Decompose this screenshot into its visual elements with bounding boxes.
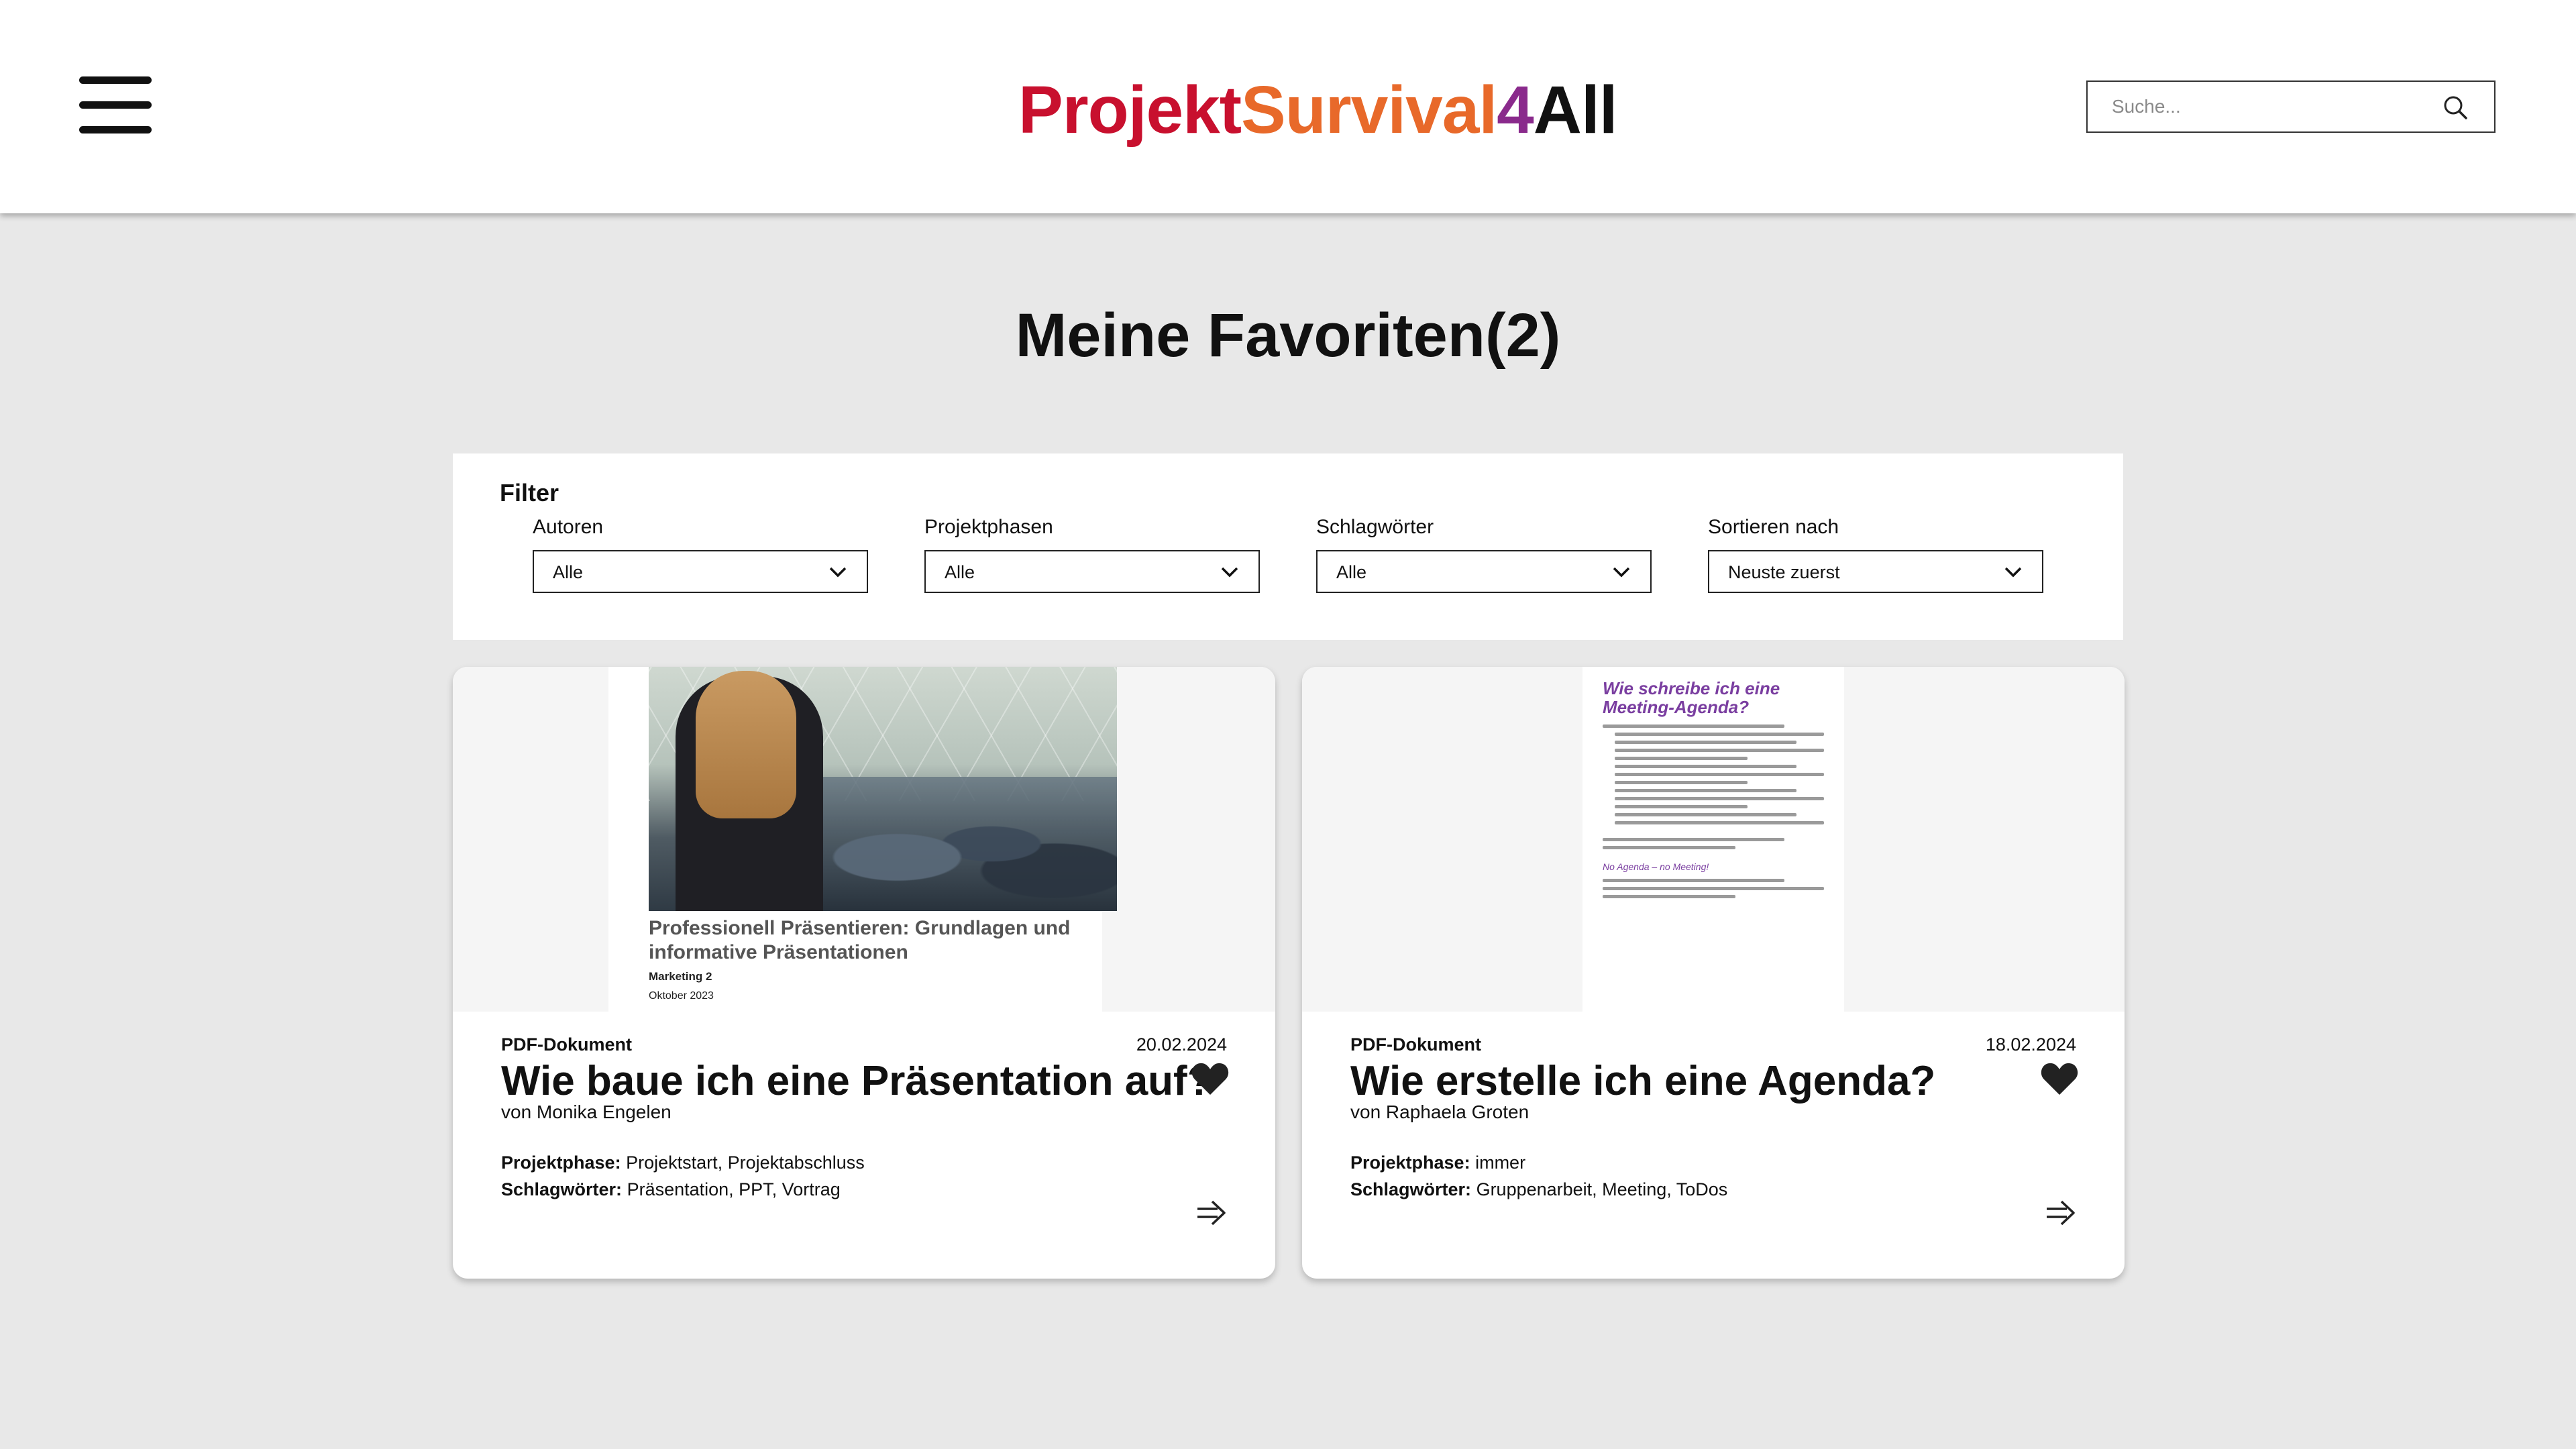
preview-date: Oktober 2023: [649, 990, 714, 1002]
filter-group-schlagwoerter: Schlagwörter Alle: [1316, 514, 1652, 593]
select-value: Alle: [1336, 562, 1367, 582]
filter-label: Autoren: [533, 516, 604, 538]
preview-text-line: [1603, 887, 1824, 890]
preview-text-line: [1615, 765, 1796, 768]
phase-label: Projektphase:: [501, 1152, 621, 1173]
filter-group-sortieren: Sortieren nach Neuste zuerst: [1708, 514, 2043, 593]
presentation-photo: [649, 667, 1117, 911]
tags-label: Schlagwörter:: [501, 1179, 623, 1199]
select-value: Alle: [553, 562, 584, 582]
logo-part-4: 4: [1497, 72, 1534, 148]
arrow-right-icon[interactable]: [1195, 1198, 1228, 1228]
search-box: [2086, 80, 2496, 133]
document-type: PDF-Dokument: [501, 1034, 632, 1055]
menu-icon-bar: [79, 126, 152, 133]
preview-text-line: [1603, 879, 1784, 882]
preview-text-line: [1603, 838, 1784, 841]
card-phase: Projektphase: Projektstart, Projektabsch…: [501, 1152, 865, 1173]
autoren-select[interactable]: Alle: [533, 550, 868, 593]
filter-group-autoren: Autoren Alle: [533, 514, 868, 593]
preview-text-line: [1615, 789, 1796, 792]
tags-value: Präsentation, PPT, Vortrag: [627, 1179, 841, 1199]
card-thumbnail[interactable]: Professionell Präsentieren: Grundlagen u…: [453, 667, 1275, 1012]
preview-text-line: [1615, 757, 1748, 760]
chevron-down-icon: [1613, 567, 1630, 578]
preview-note: No Agenda – no Meeting!: [1603, 861, 1709, 872]
preview-text-line: [1603, 846, 1735, 849]
preview-text-line: [1615, 821, 1824, 824]
preview-text-line: [1615, 813, 1796, 816]
heart-icon[interactable]: [1191, 1061, 1230, 1096]
preview-text-line: [1615, 741, 1796, 744]
preview-text-line: [1603, 724, 1784, 728]
card-phase: Projektphase: immer: [1350, 1152, 1525, 1173]
card-thumbnail[interactable]: Wie schreibe ich eine Meeting-Agenda? No…: [1302, 667, 2125, 1012]
site-logo[interactable]: ProjektSurvival4All: [1018, 70, 1618, 150]
phase-value: immer: [1475, 1152, 1526, 1173]
filter-label: Sortieren nach: [1708, 516, 1839, 538]
schlagwoerter-select[interactable]: Alle: [1316, 550, 1652, 593]
search-icon[interactable]: [2442, 94, 2469, 121]
filter-title: Filter: [500, 479, 559, 506]
filter-group-projektphasen: Projektphasen Alle: [924, 514, 1260, 593]
projektphasen-select[interactable]: Alle: [924, 550, 1260, 593]
chevron-down-icon: [1221, 567, 1238, 578]
filter-panel: Filter Autoren Alle Projektphasen Alle S…: [453, 453, 2123, 640]
card-date: 20.02.2024: [1136, 1034, 1227, 1055]
preview-text-line: [1615, 733, 1824, 736]
phase-value: Projektstart, Projektabschluss: [626, 1152, 865, 1173]
search-input[interactable]: [2112, 82, 2434, 131]
filter-label: Schlagwörter: [1316, 516, 1434, 538]
card-author: von Monika Engelen: [501, 1102, 672, 1122]
logo-part-survival: Survival: [1241, 72, 1497, 148]
preview-subtitle: Marketing 2: [649, 970, 712, 983]
menu-icon-bar: [79, 101, 152, 109]
card-date: 18.02.2024: [1985, 1034, 2076, 1055]
preview-title: Professionell Präsentieren: Grundlagen u…: [649, 917, 1071, 963]
photo-audience: [803, 776, 1117, 911]
card-title[interactable]: Wie erstelle ich eine Agenda?: [1350, 1055, 1935, 1108]
phase-label: Projektphase:: [1350, 1152, 1470, 1173]
document-preview: Wie schreibe ich eine Meeting-Agenda? No…: [1582, 667, 1844, 1012]
menu-icon[interactable]: [79, 76, 152, 134]
filter-label: Projektphasen: [924, 516, 1053, 538]
page-title: Meine Favoriten(2): [1015, 301, 1561, 370]
document-preview: Professionell Präsentieren: Grundlagen u…: [608, 667, 1117, 1012]
select-value: Neuste zuerst: [1728, 562, 1840, 582]
favorite-card[interactable]: Professionell Präsentieren: Grundlagen u…: [453, 667, 1275, 1279]
menu-icon-bar: [79, 76, 152, 84]
chevron-down-icon: [2004, 567, 2022, 578]
chevron-down-icon: [829, 567, 847, 578]
heart-icon[interactable]: [2040, 1061, 2079, 1096]
card-tags: Schlagwörter: Präsentation, PPT, Vortrag: [501, 1179, 841, 1200]
logo-part-projekt: Projekt: [1018, 72, 1242, 148]
preview-text-line: [1615, 773, 1824, 776]
tags-value: Gruppenarbeit, Meeting, ToDos: [1476, 1179, 1728, 1199]
sortieren-select[interactable]: Neuste zuerst: [1708, 550, 2043, 593]
card-author: von Raphaela Groten: [1350, 1102, 1529, 1122]
preview-text-line: [1615, 797, 1824, 800]
arrow-right-icon[interactable]: [2044, 1198, 2078, 1228]
photo-speaker-hair: [696, 671, 796, 818]
preview-checklist: [1603, 724, 1824, 849]
preview-text-line: [1603, 895, 1735, 898]
top-header: ProjektSurvival4All: [0, 0, 2576, 213]
card-tags: Schlagwörter: Gruppenarbeit, Meeting, To…: [1350, 1179, 1727, 1200]
preview-text-line: [1615, 749, 1824, 752]
preview-text-line: [1615, 805, 1748, 808]
document-type: PDF-Dokument: [1350, 1034, 1481, 1055]
tags-label: Schlagwörter:: [1350, 1179, 1472, 1199]
logo-part-all: All: [1533, 72, 1618, 148]
preview-title: Wie schreibe ich eine Meeting-Agenda?: [1603, 678, 1780, 717]
favorite-card[interactable]: Wie schreibe ich eine Meeting-Agenda? No…: [1302, 667, 2125, 1279]
select-value: Alle: [945, 562, 975, 582]
preview-text-line: [1615, 781, 1748, 784]
card-title[interactable]: Wie baue ich eine Präsentation auf?: [501, 1055, 1213, 1108]
